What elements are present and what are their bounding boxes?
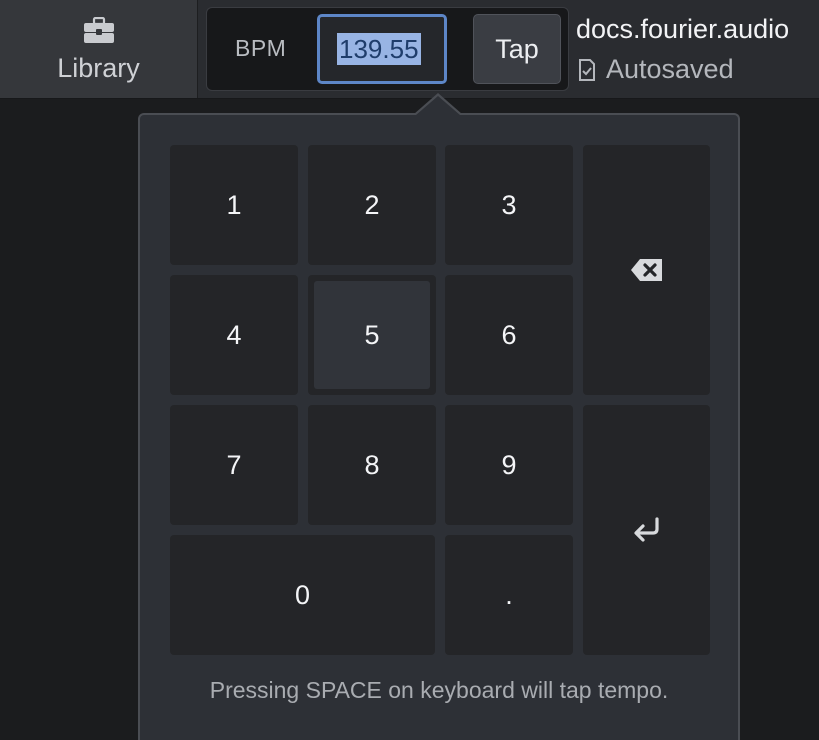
key-5-label: 5	[314, 281, 430, 389]
backspace-icon	[630, 259, 662, 281]
key-9[interactable]: 9	[445, 405, 573, 525]
key-8[interactable]: 8	[308, 405, 436, 525]
bpm-control: BPM 139.55 Tap	[206, 7, 569, 91]
briefcase-icon	[84, 17, 114, 43]
key-3[interactable]: 3	[445, 145, 573, 265]
tap-tempo-hint: Pressing SPACE on keyboard will tap temp…	[209, 677, 669, 703]
key-7[interactable]: 7	[170, 405, 298, 525]
enter-icon	[633, 517, 659, 542]
bpm-label: BPM	[235, 35, 287, 61]
autosave-status: Autosaved	[578, 54, 734, 85]
top-bar: Library BPM 139.55 Tap docs.fourier.audi…	[0, 0, 819, 99]
tap-tempo-button[interactable]: Tap	[473, 14, 561, 84]
key-5[interactable]: 5	[308, 275, 436, 395]
key-1[interactable]: 1	[170, 145, 298, 265]
document-title: docs.fourier.audio	[576, 14, 790, 44]
key-4[interactable]: 4	[170, 275, 298, 395]
key-6[interactable]: 6	[445, 275, 573, 395]
key-0[interactable]: 0	[170, 535, 435, 655]
key-decimal[interactable]: .	[445, 535, 573, 655]
enter-key[interactable]	[583, 405, 710, 655]
library-label: Library	[57, 53, 140, 83]
bpm-input[interactable]	[317, 14, 447, 84]
library-button[interactable]: Library	[0, 0, 198, 98]
popover-arrow-fill	[416, 96, 460, 115]
bpm-keypad-popover: 1 2 3 4 5 6 7 8 9 0 . Pressing SPACE on …	[138, 113, 740, 740]
backspace-key[interactable]	[583, 145, 710, 395]
key-2[interactable]: 2	[308, 145, 436, 265]
document-check-icon	[579, 59, 595, 81]
autosave-status-text: Autosaved	[606, 54, 734, 84]
